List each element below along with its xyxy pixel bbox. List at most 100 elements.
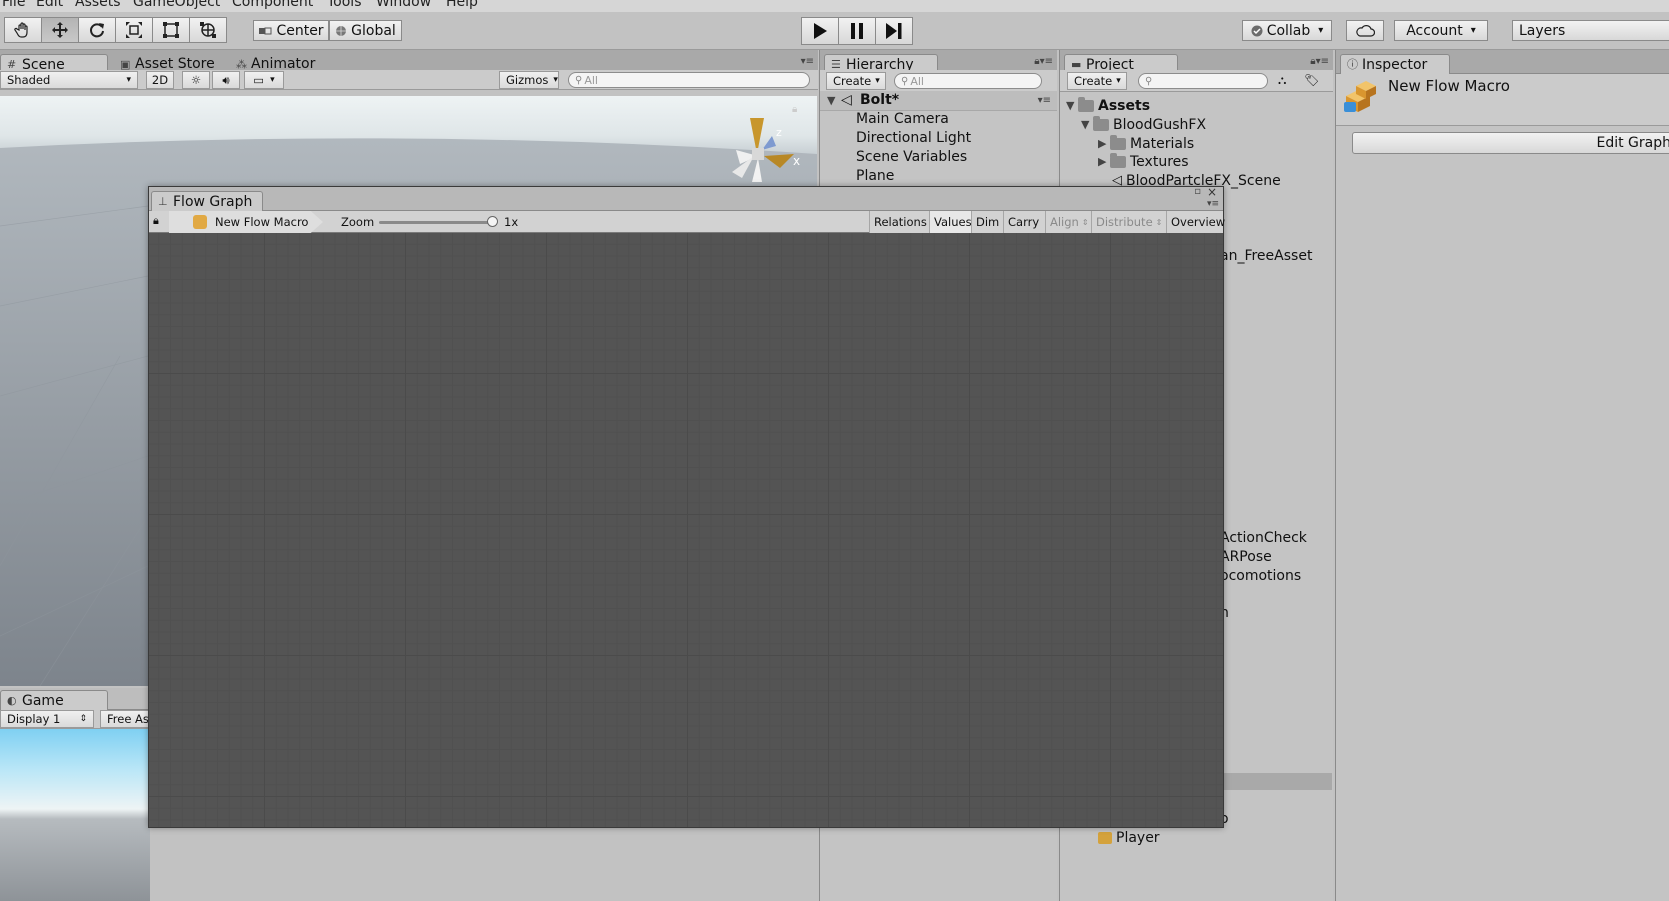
- menu-component[interactable]: Component: [232, 0, 313, 10]
- maximize-icon[interactable]: ▫: [1194, 186, 1201, 197]
- global-space-button[interactable]: Global: [329, 20, 402, 41]
- pivot-center-button[interactable]: Center: [253, 20, 329, 41]
- hierarchy-item[interactable]: Plane: [856, 166, 894, 185]
- orientation-gizmo[interactable]: [720, 110, 810, 190]
- move-tool-button[interactable]: [41, 17, 79, 43]
- shading-mode-dropdown[interactable]: Shaded ▾: [0, 71, 138, 89]
- lighting-toggle[interactable]: ☼: [182, 71, 210, 89]
- game-viewport[interactable]: [0, 729, 150, 901]
- prefab-icon: [1098, 831, 1112, 844]
- scene-menu-icon[interactable]: ▾≡: [1038, 95, 1051, 106]
- tree-item-partial[interactable]: ocomotions: [1220, 566, 1301, 585]
- pivot-center-icon: [258, 26, 272, 36]
- expand-arrow-icon[interactable]: ▼: [1066, 99, 1078, 112]
- gizmos-dropdown[interactable]: Gizmos ▾: [499, 71, 559, 89]
- tab-inspector[interactable]: ⓘ Inspector: [1340, 54, 1450, 74]
- account-dropdown[interactable]: Account: [1394, 20, 1488, 41]
- inspector-tabbar: ⓘ Inspector: [1336, 50, 1669, 74]
- rotate-tool-button[interactable]: [78, 17, 116, 43]
- menu-gameobject[interactable]: GameObject: [133, 0, 220, 10]
- transform-tool-button[interactable]: [189, 17, 227, 43]
- pause-button[interactable]: [838, 17, 876, 45]
- collab-label: Collab: [1266, 22, 1311, 39]
- expand-arrow-icon[interactable]: ▼: [1081, 118, 1093, 131]
- tree-root-assets[interactable]: ▼ Assets: [1066, 96, 1150, 115]
- effects-dropdown[interactable]: ▭ ▾: [244, 71, 284, 89]
- menu-window[interactable]: Window: [376, 0, 431, 10]
- project-create-dropdown[interactable]: Create ▾: [1067, 72, 1127, 90]
- zoom-slider-track[interactable]: [379, 221, 493, 224]
- hierarchy-lock-icon[interactable]: 🔒︎▾≡: [1034, 56, 1053, 67]
- panel-menu-icon[interactable]: ▾≡: [801, 56, 814, 67]
- window-menu-icon[interactable]: ▾≡: [1207, 199, 1219, 209]
- hierarchy-item[interactable]: Directional Light: [856, 128, 971, 147]
- tab-inspector-label: Inspector: [1362, 56, 1428, 73]
- collapse-arrow-icon[interactable]: ▶: [1098, 137, 1110, 150]
- cloud-button[interactable]: [1346, 20, 1384, 41]
- hand-tool-button[interactable]: [4, 17, 42, 43]
- menu-file[interactable]: File: [2, 0, 25, 10]
- overview-button[interactable]: Overview: [1166, 211, 1225, 233]
- breadcrumb[interactable]: New Flow Macro: [169, 211, 323, 233]
- lock-icon[interactable]: 🔒︎: [153, 214, 159, 228]
- menu-assets[interactable]: Assets: [75, 0, 121, 10]
- tree-item-partial[interactable]: ActionCheck: [1220, 528, 1307, 547]
- rotate-icon: [88, 21, 106, 39]
- hierarchy-item[interactable]: Scene Variables: [856, 147, 967, 166]
- collab-button[interactable]: Collab: [1242, 20, 1332, 41]
- project-search[interactable]: ⚲: [1138, 73, 1268, 89]
- expand-arrow-icon[interactable]: ▼: [827, 94, 839, 107]
- step-icon: [885, 22, 903, 40]
- close-icon[interactable]: ×: [1207, 185, 1217, 199]
- inspector-object-name: New Flow Macro: [1388, 77, 1510, 95]
- tree-selected-row[interactable]: [1222, 773, 1332, 790]
- scene-search[interactable]: ⚲: [568, 72, 810, 88]
- tree-item-player[interactable]: Player: [1098, 828, 1160, 847]
- tab-game[interactable]: ◐ Game: [0, 690, 108, 710]
- scene-name: Bolt*: [860, 92, 900, 108]
- layers-dropdown[interactable]: Layers: [1512, 20, 1669, 41]
- rect-tool-button[interactable]: [152, 17, 190, 43]
- tree-item-partial[interactable]: an_FreeAsset: [1220, 246, 1312, 265]
- edit-graph-button[interactable]: Edit Graph: [1352, 132, 1669, 154]
- 2d-toggle[interactable]: 2D: [146, 71, 174, 89]
- menu-edit[interactable]: Edit: [36, 0, 63, 10]
- filter-label-icon[interactable]: 🏷︎: [1304, 73, 1319, 87]
- align-dropdown[interactable]: Align ⇕: [1045, 211, 1091, 233]
- play-button[interactable]: [801, 17, 839, 45]
- tree-item-partial[interactable]: ARPose: [1220, 547, 1272, 566]
- zoom-slider-thumb[interactable]: [487, 216, 498, 227]
- step-button[interactable]: [875, 17, 913, 45]
- menu-tools[interactable]: Tools: [327, 0, 362, 10]
- filter-type-icon[interactable]: ⛬: [1278, 73, 1286, 88]
- hierarchy-scene-row[interactable]: ▼ ◁ Bolt* ▾≡: [820, 91, 1057, 111]
- gizmo-x-label: x: [793, 154, 801, 168]
- display-dropdown[interactable]: Display 1 ⇕: [0, 710, 94, 728]
- relations-toggle[interactable]: Relations: [869, 211, 929, 233]
- hierarchy-create-dropdown[interactable]: Create ▾: [826, 72, 886, 90]
- dim-toggle[interactable]: Dim: [971, 211, 1003, 233]
- breadcrumb-label: New Flow Macro: [215, 215, 309, 229]
- tree-folder-bloodgush[interactable]: ▼ BloodGushFX: [1081, 115, 1206, 134]
- audio-toggle[interactable]: 🔊︎: [212, 71, 240, 89]
- menu-help[interactable]: Help: [446, 0, 478, 10]
- project-search-input[interactable]: [1152, 74, 1267, 88]
- carry-toggle[interactable]: Carry: [1003, 211, 1045, 233]
- project-lock-icon[interactable]: 🔒︎▾≡: [1310, 56, 1329, 67]
- values-toggle[interactable]: Values: [929, 211, 972, 233]
- tree-folder-materials[interactable]: ▶ Materials: [1098, 134, 1194, 153]
- hierarchy-search[interactable]: ⚲: [894, 73, 1042, 89]
- hierarchy-item[interactable]: Main Camera: [856, 109, 949, 128]
- collapse-arrow-icon[interactable]: ▶: [1098, 155, 1110, 168]
- tab-flow-graph[interactable]: ⊥ Flow Graph: [151, 191, 263, 211]
- distribute-dropdown[interactable]: Distribute ⇕: [1091, 211, 1166, 233]
- flow-graph-canvas[interactable]: [149, 233, 1223, 827]
- macro-asset-icon: [193, 215, 207, 229]
- pause-icon: [850, 22, 864, 40]
- tree-folder-textures[interactable]: ▶ Textures: [1098, 152, 1189, 171]
- hierarchy-subbar: Create ▾ ⚲: [820, 70, 1057, 92]
- scene-search-input[interactable]: [584, 73, 809, 87]
- hierarchy-search-input[interactable]: [910, 74, 1041, 88]
- lock-view-icon[interactable]: 🔒︎: [792, 104, 797, 115]
- scale-tool-button[interactable]: [115, 17, 153, 43]
